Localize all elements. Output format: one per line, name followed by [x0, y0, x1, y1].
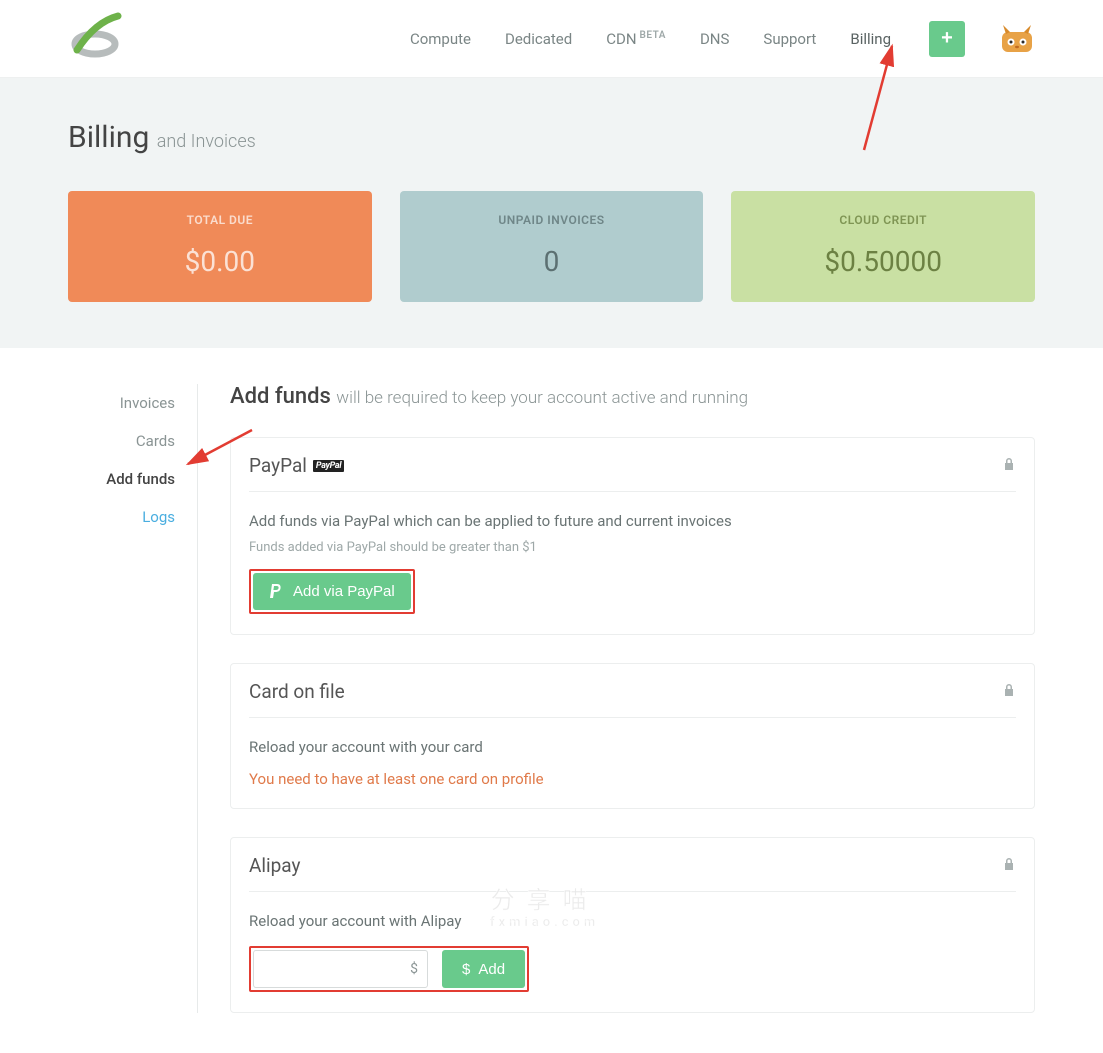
- alipay-title: Alipay: [249, 854, 301, 877]
- page-title-main: Billing: [68, 120, 149, 155]
- alipay-add-button[interactable]: $ Add: [442, 950, 525, 988]
- unpaid-invoices-card[interactable]: UNPAID INVOICES 0: [400, 191, 704, 302]
- card-on-file-title: Card on file: [249, 680, 345, 703]
- nav-support[interactable]: Support: [763, 30, 816, 48]
- currency-symbol: $: [410, 961, 418, 977]
- billing-sidebar: Invoices Cards Add funds Logs: [28, 384, 198, 1013]
- add-button[interactable]: +: [929, 21, 965, 57]
- alipay-add-label: Add: [478, 961, 505, 978]
- lock-icon: [1002, 856, 1016, 875]
- nav-dns[interactable]: DNS: [700, 30, 729, 48]
- alipay-desc: Reload your account with Alipay: [249, 912, 1016, 930]
- page-title: Billing and Invoices: [68, 120, 1035, 155]
- annotation-highlight-alipay: $ $ Add: [249, 946, 529, 992]
- paypal-title: PayPal: [249, 454, 307, 477]
- paypal-panel: PayPal PayPal Add funds via PayPal which…: [230, 437, 1035, 635]
- card-on-file-desc: Reload your account with your card: [249, 738, 1016, 756]
- billing-summary: Billing and Invoices TOTAL DUE $0.00 UNP…: [0, 78, 1103, 348]
- nav-cdn[interactable]: CDN BETA: [606, 30, 666, 48]
- nav-billing[interactable]: Billing: [850, 30, 891, 48]
- paypal-desc: Add funds via PayPal which can be applie…: [249, 512, 1016, 530]
- sidebar-item-logs[interactable]: Logs: [28, 498, 197, 536]
- unpaid-label: UNPAID INVOICES: [410, 213, 694, 227]
- card-on-file-panel: Card on file Reload your account with yo…: [230, 663, 1035, 809]
- total-due-label: TOTAL DUE: [78, 213, 362, 227]
- brand-logo[interactable]: [68, 12, 122, 66]
- dollar-icon: $: [462, 961, 470, 978]
- alipay-panel: Alipay Reload your account with Alipay $…: [230, 837, 1035, 1013]
- nav-dedicated[interactable]: Dedicated: [505, 30, 572, 48]
- content-title-sub: will be required to keep your account ac…: [336, 388, 748, 408]
- paypal-logo-icon: PayPal: [313, 460, 344, 472]
- sidebar-item-cards[interactable]: Cards: [28, 422, 197, 460]
- nav-cdn-label: CDN: [606, 30, 636, 48]
- alipay-amount-wrapper: $: [253, 950, 428, 988]
- lock-icon: [1002, 682, 1016, 701]
- total-due-card[interactable]: TOTAL DUE $0.00: [68, 191, 372, 302]
- credit-label: CLOUD CREDIT: [741, 213, 1025, 227]
- annotation-highlight-paypal: Add via PayPal: [249, 569, 415, 614]
- add-via-paypal-label: Add via PayPal: [293, 583, 395, 600]
- beta-badge: BETA: [640, 30, 666, 41]
- lock-icon: [1002, 456, 1016, 475]
- sidebar-item-add-funds[interactable]: Add funds: [28, 460, 197, 498]
- total-due-value: $0.00: [78, 245, 362, 278]
- content-title-main: Add funds: [230, 384, 331, 409]
- card-on-file-warning: You need to have at least one card on pr…: [249, 770, 1016, 788]
- paypal-note: Funds added via PayPal should be greater…: [249, 540, 1016, 555]
- sidebar-item-invoices[interactable]: Invoices: [28, 384, 197, 422]
- top-nav: Compute Dedicated CDN BETA DNS Support Bi…: [0, 0, 1103, 78]
- user-avatar[interactable]: [999, 21, 1035, 57]
- nav-compute[interactable]: Compute: [410, 30, 471, 48]
- unpaid-value: 0: [410, 245, 694, 278]
- paypal-p-icon: [269, 584, 283, 600]
- cloud-credit-card[interactable]: CLOUD CREDIT $0.50000: [731, 191, 1035, 302]
- content-title: Add funds will be required to keep your …: [230, 384, 1035, 409]
- alipay-amount-input[interactable]: [253, 950, 428, 988]
- add-via-paypal-button[interactable]: Add via PayPal: [253, 573, 411, 610]
- credit-value: $0.50000: [741, 245, 1025, 278]
- page-title-sub: and Invoices: [157, 131, 256, 152]
